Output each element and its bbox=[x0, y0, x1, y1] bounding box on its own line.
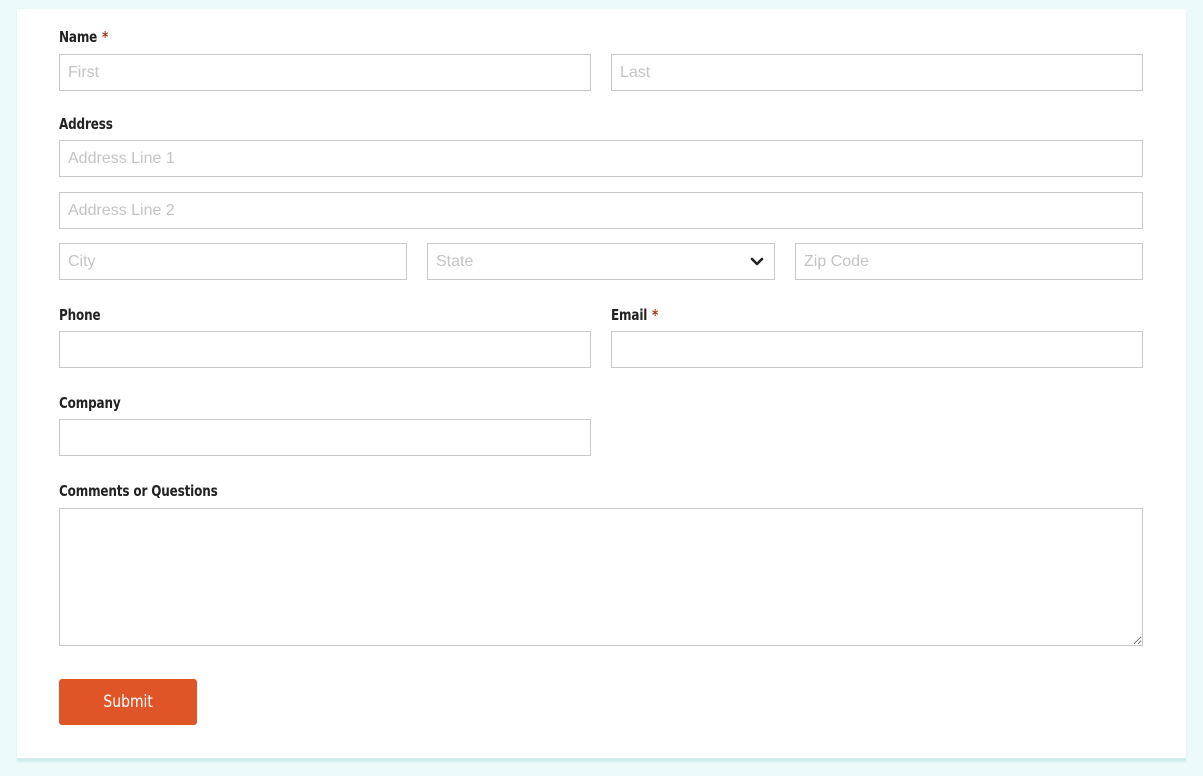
comments-textarea[interactable] bbox=[59, 508, 1143, 646]
email-label-text: Email bbox=[611, 306, 648, 324]
address-label-text: Address bbox=[59, 115, 113, 133]
email-input[interactable] bbox=[611, 331, 1143, 368]
address-line1-input[interactable] bbox=[59, 140, 1143, 177]
first-name-input[interactable] bbox=[59, 54, 591, 91]
phone-label-text: Phone bbox=[59, 306, 101, 324]
city-input[interactable] bbox=[59, 243, 407, 280]
submit-button[interactable]: Submit bbox=[59, 679, 197, 725]
zip-code-input[interactable] bbox=[795, 243, 1143, 280]
company-label-text: Company bbox=[59, 394, 121, 412]
company-label: Company bbox=[59, 394, 121, 412]
state-select-value: State bbox=[436, 252, 474, 270]
chevron-down-icon bbox=[750, 257, 764, 266]
submit-button-label: Submit bbox=[103, 692, 153, 712]
name-label-text: Name bbox=[59, 28, 98, 46]
address-label: Address bbox=[59, 115, 113, 133]
email-required-mark: * bbox=[652, 306, 659, 324]
phone-label: Phone bbox=[59, 306, 101, 324]
email-label: Email * bbox=[611, 306, 658, 324]
contact-form-card: Name* Address State Phone Email* Company… bbox=[17, 9, 1186, 760]
last-name-input[interactable] bbox=[611, 54, 1143, 91]
state-select[interactable]: State bbox=[427, 243, 775, 280]
phone-input[interactable] bbox=[59, 331, 591, 368]
comments-label: Comments or Questions bbox=[59, 482, 218, 500]
comments-label-text: Comments or Questions bbox=[59, 482, 218, 500]
name-required-mark: * bbox=[101, 28, 109, 46]
name-label: Name * bbox=[59, 28, 108, 46]
company-input[interactable] bbox=[59, 419, 591, 456]
address-line2-input[interactable] bbox=[59, 192, 1143, 229]
